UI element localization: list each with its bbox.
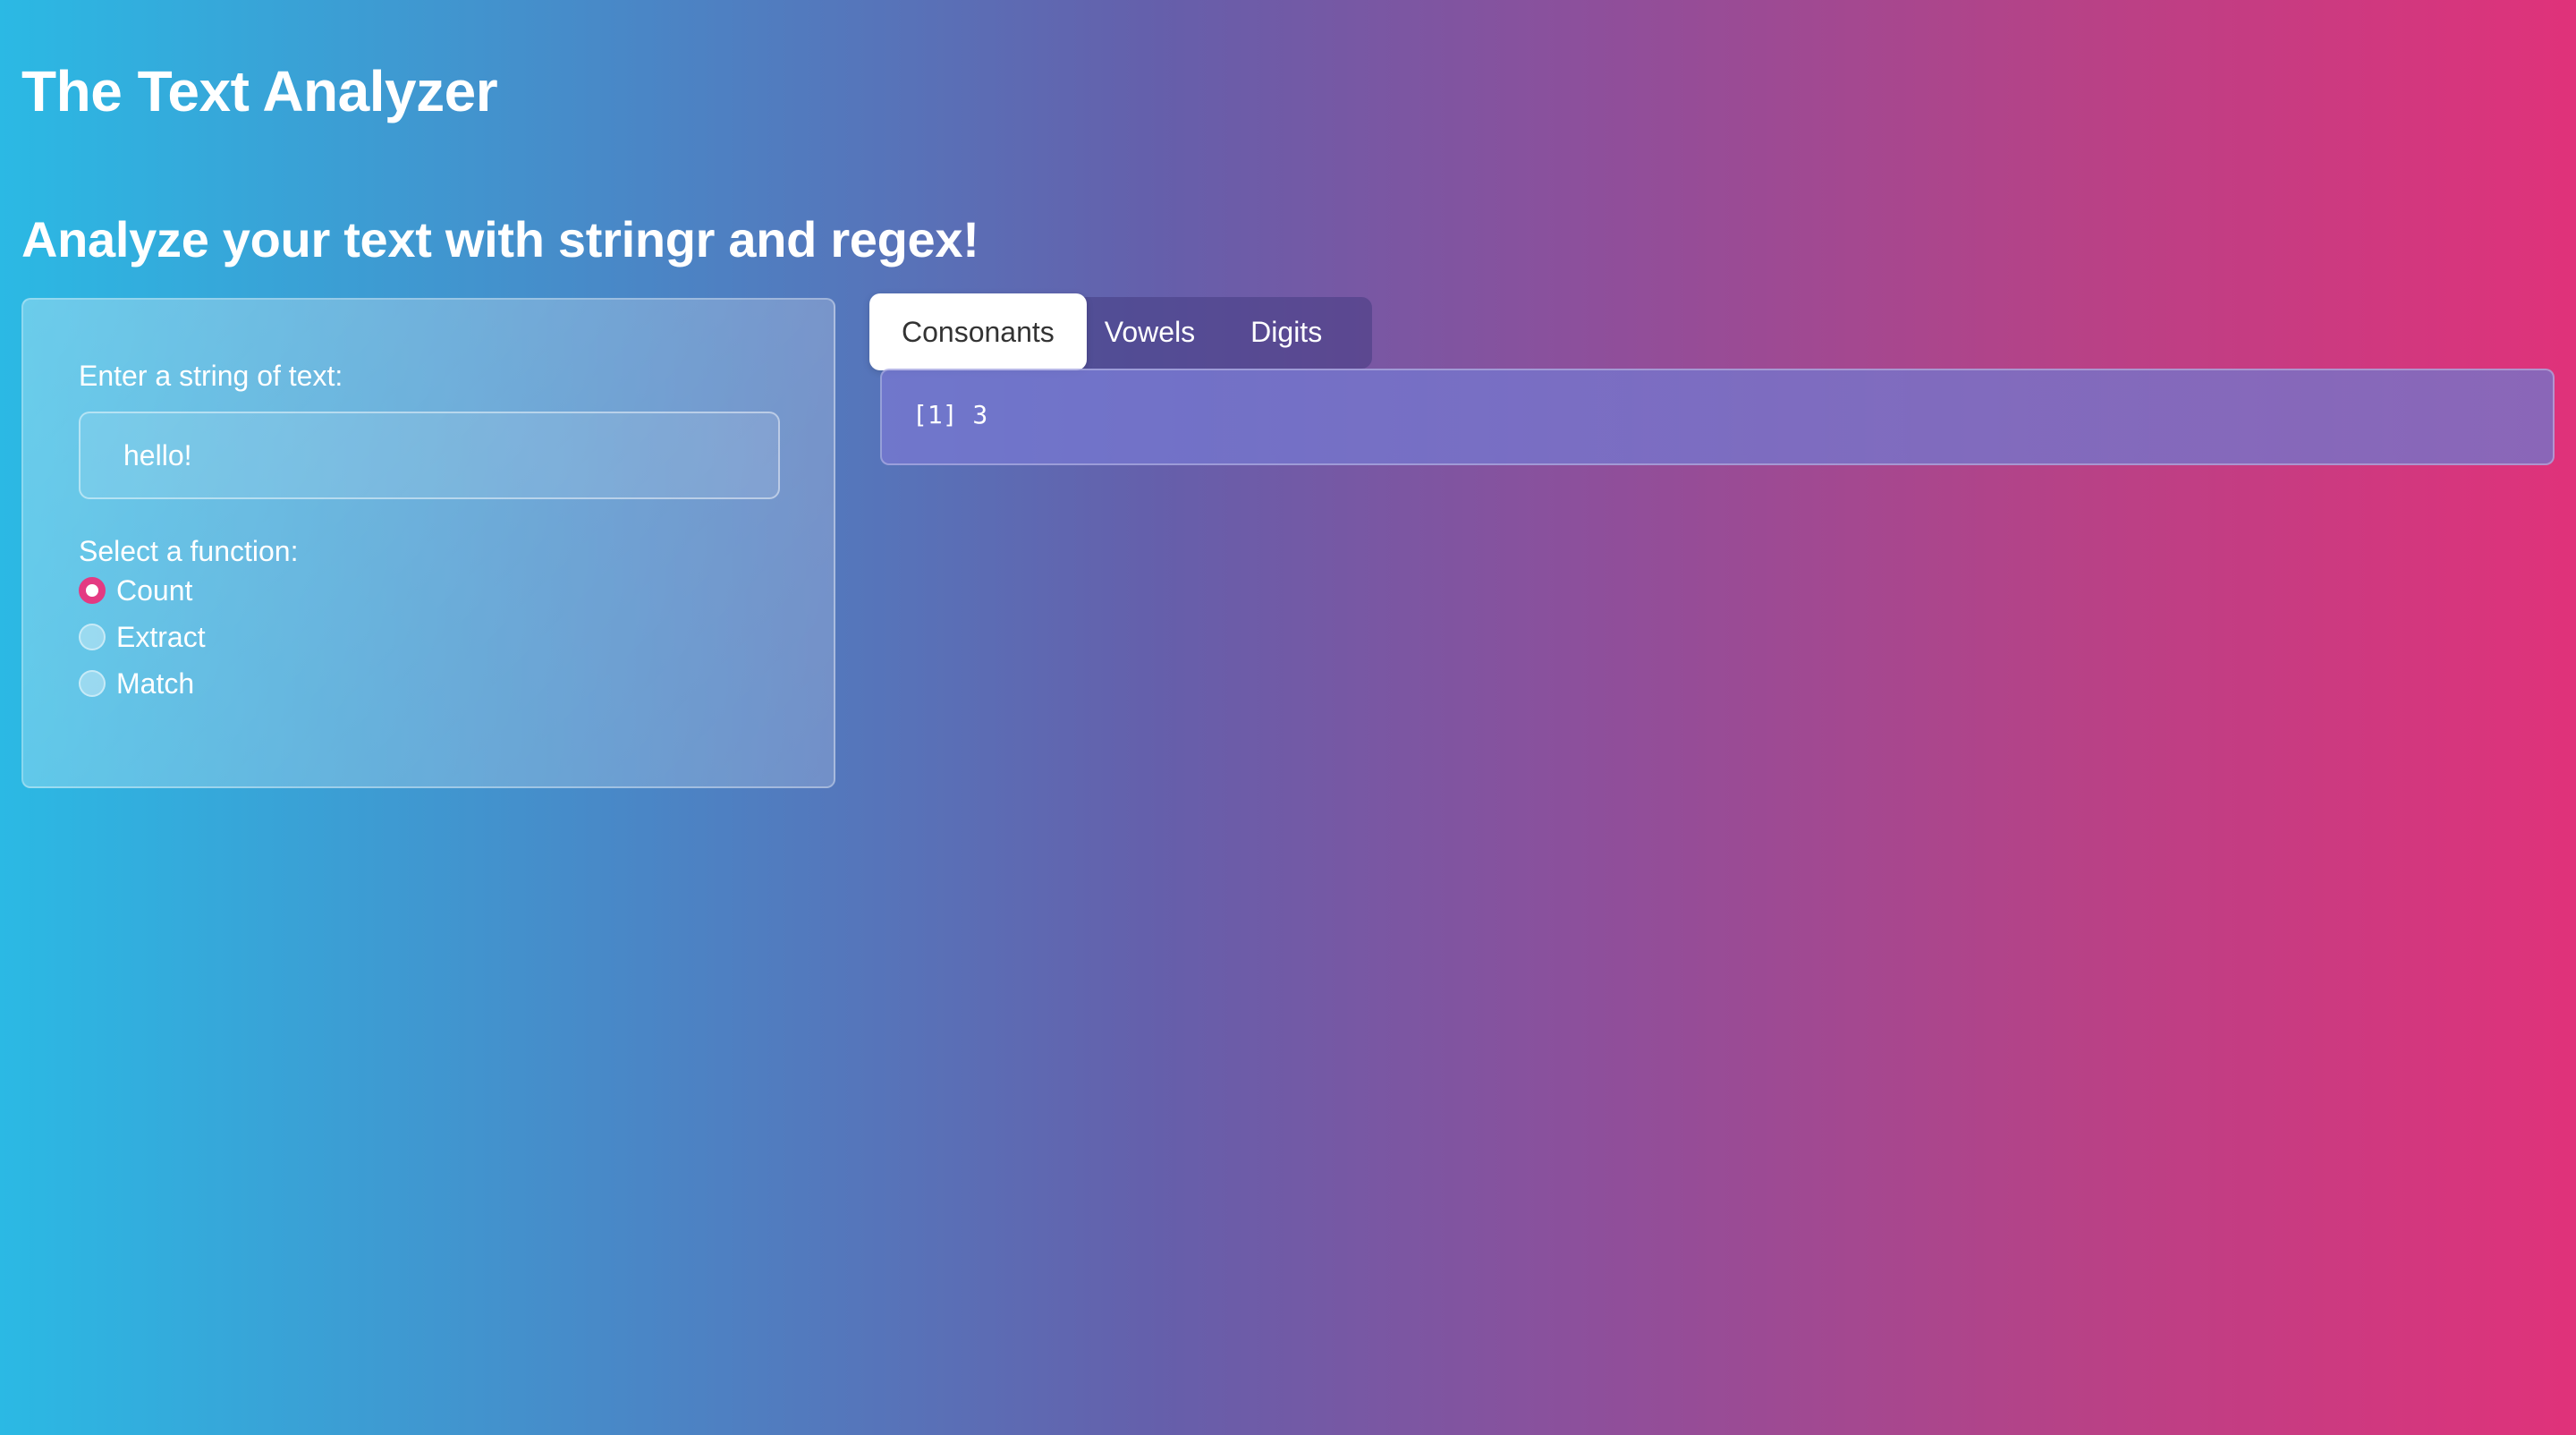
tab-bar: Consonants Vowels Digits bbox=[869, 293, 1349, 370]
output-text: [1] 3 bbox=[912, 400, 988, 429]
radio-unselected-icon[interactable] bbox=[79, 670, 106, 697]
output-panel bbox=[880, 369, 2555, 465]
radio-unselected-icon[interactable] bbox=[79, 624, 106, 650]
radio-option-extract[interactable]: Extract bbox=[79, 617, 206, 657]
radio-option-count[interactable]: Count bbox=[79, 571, 192, 610]
function-radio-label: Select a function: bbox=[79, 535, 299, 567]
tab-vowels[interactable]: Vowels bbox=[1087, 293, 1222, 370]
text-input[interactable] bbox=[79, 412, 780, 499]
tab-digits[interactable]: Digits bbox=[1222, 293, 1349, 370]
text-input-label: Enter a string of text: bbox=[79, 360, 343, 392]
radio-selected-icon[interactable] bbox=[79, 577, 106, 604]
tab-consonants[interactable]: Consonants bbox=[869, 293, 1087, 370]
radio-option-label: Count bbox=[116, 574, 193, 607]
page-title: The Text Analyzer bbox=[21, 59, 498, 123]
page-subtitle: Analyze your text with stringr and regex… bbox=[21, 211, 979, 267]
radio-option-label: Match bbox=[116, 667, 195, 700]
radio-option-label: Extract bbox=[116, 621, 206, 653]
radio-option-match[interactable]: Match bbox=[79, 664, 194, 703]
